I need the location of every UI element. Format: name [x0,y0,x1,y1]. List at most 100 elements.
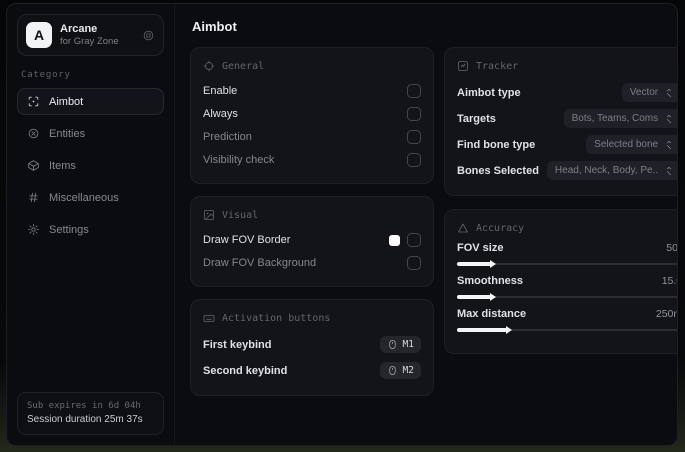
sidebar: A Arcane for Gray Zone Category Aimbot E… [7,4,175,445]
mouse-icon [388,366,396,375]
app-window: A Arcane for Gray Zone Category Aimbot E… [6,3,678,446]
card-title: Activation buttons [222,312,331,324]
setting-label: Max distance [457,308,527,320]
prediction-checkbox[interactable] [407,130,421,144]
setting-row-draw-fov-border: Draw FOV Border [203,229,421,251]
dropdown-value: Selected bone [594,139,659,150]
chevrons-up-down-icon [667,114,672,123]
fov-size-slider[interactable] [457,260,677,268]
mouse-icon [388,340,396,349]
card-title: Tracker [476,60,519,72]
setting-label: Smoothness [457,275,524,287]
gear-icon [27,223,40,236]
sidebar-item-label: Entities [49,127,86,140]
setting-row-visibility-check: Visibility check [203,149,421,171]
sidebar-item-settings[interactable]: Settings [17,216,164,243]
card-title: General [222,60,265,72]
setting-label: Find bone type [457,138,536,151]
setting-label: Second keybind [203,364,288,377]
setting-label: Draw FOV Background [203,257,317,269]
aimbot-type-dropdown[interactable]: Vector [621,83,677,102]
setting-row-bones-selected: Bones Selected Head, Neck, Body, Pe.. [457,158,677,183]
brand-subtitle: for Gray Zone [60,35,119,47]
subscription-info-card: Sub expires in 6d 04h Session duration 2… [17,392,164,435]
setting-label: FOV size [457,242,504,254]
page-title: Aimbot [192,19,237,34]
setting-row-find-bone-type: Find bone type Selected bone [457,132,677,157]
dropdown-value: Bots, Teams, Coms [571,113,659,124]
setting-row-aimbot-type: Aimbot type Vector [457,80,677,105]
cube-icon [27,159,40,172]
slider-fill [457,326,511,334]
session-duration-text: Session duration 25m 37s [27,414,143,425]
image-icon [203,209,215,221]
eye-scan-icon [27,127,40,140]
activation-buttons-card: Activation buttons First keybind M1 Seco… [190,299,434,396]
slider-fill [457,293,496,301]
setting-row-enable: Enable [203,80,421,102]
bones-selected-dropdown[interactable]: Head, Neck, Body, Pe.. [546,161,677,180]
chevrons-up-down-icon [667,140,672,149]
setting-row-smoothness: Smoothness 15.0 [457,275,677,301]
enable-checkbox[interactable] [407,84,421,98]
draw-fov-border-checkbox[interactable] [407,233,421,247]
sidebar-item-label: Settings [49,223,89,236]
card-title: Accuracy [476,222,525,234]
triangle-icon [457,222,469,234]
max-distance-slider[interactable] [457,326,677,334]
draw-fov-background-checkbox[interactable] [407,256,421,270]
keybind-value: M2 [402,365,414,376]
sidebar-item-label: Aimbot [49,95,84,108]
slider-value: 250m [655,308,677,320]
slider-value: 15.0 [661,275,677,287]
first-keybind-button[interactable]: M1 [379,336,421,353]
setting-row-draw-fov-background: Draw FOV Background [203,252,421,274]
setting-row-fov-size: FOV size 50° [457,242,677,268]
setting-label: Prediction [203,131,252,143]
chevrons-up-down-icon [667,88,672,97]
targets-dropdown[interactable]: Bots, Teams, Coms [563,109,677,128]
sidebar-item-miscellaneous[interactable]: Miscellaneous [17,184,164,211]
brand-card: A Arcane for Gray Zone [17,14,164,56]
visibility-check-checkbox[interactable] [407,153,421,167]
setting-label: Draw FOV Border [203,234,291,246]
sidebar-item-entities[interactable]: Entities [17,120,164,147]
main-content: Aimbot General Enable Always Prediction … [175,4,677,445]
setting-label: First keybind [203,338,272,351]
setting-row-targets: Targets Bots, Teams, Coms [457,106,677,131]
sidebar-item-items[interactable]: Items [17,152,164,179]
activity-icon [457,60,469,72]
visual-card: Visual Draw FOV Border Draw FOV Backgrou… [190,196,434,287]
setting-row-first-keybind: First keybind M1 [203,332,421,357]
sidebar-item-label: Items [49,159,76,172]
find-bone-type-dropdown[interactable]: Selected bone [586,135,677,154]
setting-label: Visibility check [203,154,275,166]
sidebar-nav: Aimbot Entities Items Miscellaneous Sett… [17,88,164,243]
setting-label: Aimbot type [457,86,521,99]
account-settings-icon[interactable] [142,29,155,42]
keybind-value: M1 [402,339,414,350]
second-keybind-button[interactable]: M2 [379,362,421,379]
crosshair-icon [27,95,40,108]
setting-label: Always [203,108,238,120]
fov-border-color-swatch[interactable] [389,234,400,246]
chevrons-up-down-icon [667,166,672,175]
sidebar-item-label: Miscellaneous [49,191,119,204]
setting-row-prediction: Prediction [203,126,421,148]
brand-logo: A [26,22,52,48]
dropdown-value: Head, Neck, Body, Pe.. [554,165,659,176]
always-checkbox[interactable] [407,107,421,121]
setting-row-max-distance: Max distance 250m [457,308,677,334]
sidebar-item-aimbot[interactable]: Aimbot [17,88,164,115]
category-label: Category [21,70,71,80]
hash-icon [27,191,40,204]
setting-label: Targets [457,112,496,125]
sub-expires-text: Sub expires in 6d 04h [27,401,141,411]
accuracy-card: Accuracy FOV size 50° Smoothness [444,209,677,354]
smoothness-slider[interactable] [457,293,677,301]
general-card: General Enable Always Prediction Visibil… [190,47,434,184]
setting-label: Bones Selected [457,164,539,177]
slider-value: 50° [666,242,677,254]
brand-name: Arcane [60,22,98,35]
card-title: Visual [222,209,259,221]
